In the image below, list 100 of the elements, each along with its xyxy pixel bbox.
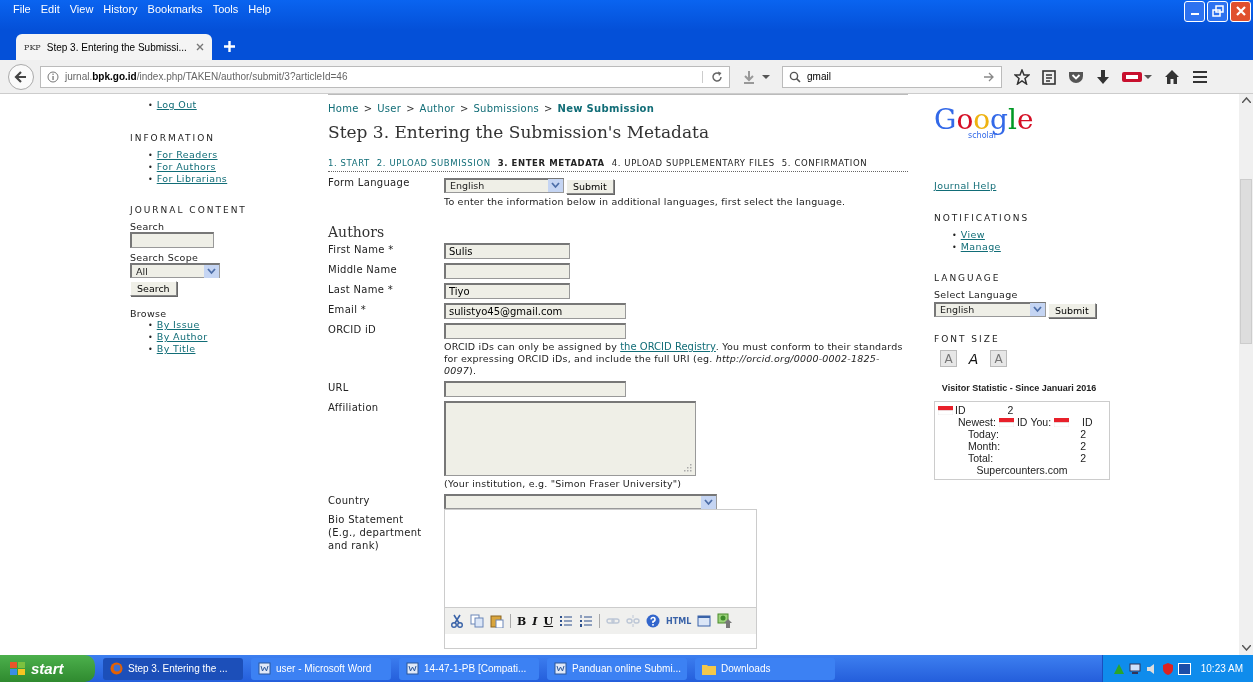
bullet-list-icon[interactable] xyxy=(559,614,574,628)
minimize-icon xyxy=(1190,13,1199,15)
language-select[interactable]: English xyxy=(444,177,564,193)
browse-link[interactable]: By Author xyxy=(156,331,208,342)
stat-value: 2 xyxy=(1080,440,1086,452)
sidebar-link[interactable]: For Librarians xyxy=(156,173,228,184)
notification-link[interactable]: View xyxy=(960,229,985,240)
sidebar-heading: LANGUAGE xyxy=(934,273,1002,283)
clock: 10:23 AM xyxy=(1200,663,1243,674)
country-code: ID xyxy=(955,404,966,416)
taskbar-item[interactable]: 14-47-1-PB [Compati... xyxy=(399,657,539,680)
sidebar-link[interactable]: For Readers xyxy=(156,149,218,160)
step-link[interactable]: 2. UPLOAD SUBMISSION xyxy=(376,158,491,169)
menu-item[interactable]: View xyxy=(64,3,99,15)
text-input[interactable] xyxy=(444,263,570,279)
browser-tab[interactable]: PKP Step 3. Entering the Submissi... xyxy=(16,34,212,60)
text-input[interactable]: Sulis xyxy=(444,243,570,259)
clipboard-icon[interactable] xyxy=(490,614,504,628)
sidebar-link[interactable]: For Authors xyxy=(156,161,216,172)
taskbar-item[interactable]: Panduan online Submi... xyxy=(547,657,687,680)
search-icon xyxy=(789,70,801,83)
field-label: Country xyxy=(328,494,371,508)
help-icon[interactable] xyxy=(646,614,661,628)
menu-icon[interactable] xyxy=(1192,69,1208,84)
italic-button[interactable]: I xyxy=(532,614,538,628)
text-input[interactable]: sulistyo45@gmail.com xyxy=(444,303,626,319)
submit-button[interactable]: Submit xyxy=(566,179,614,194)
country-select[interactable] xyxy=(444,494,717,509)
dropdown-arrow-icon[interactable] xyxy=(548,179,563,192)
journal-help-link[interactable]: Journal Help xyxy=(934,180,997,191)
menu-item[interactable]: Edit xyxy=(35,3,65,15)
menu-item[interactable]: Help xyxy=(243,3,276,15)
dropdown-icon[interactable] xyxy=(762,73,770,80)
search-field[interactable]: gmail xyxy=(782,65,1002,88)
visitor-count: 2 xyxy=(1007,404,1014,416)
submit-button[interactable]: Submit xyxy=(1048,303,1096,318)
breadcrumb-link[interactable]: New Submission xyxy=(557,103,655,114)
search-input[interactable] xyxy=(130,232,214,248)
menu-item[interactable]: Tools xyxy=(207,3,244,15)
copy-icon[interactable] xyxy=(470,614,484,628)
address-bar[interactable]: jurnal.bpk.go.id/index.php/TAKEN/author/submit/3?articleId=46 xyxy=(40,65,730,88)
text-input[interactable]: Tiyo xyxy=(444,283,570,299)
scroll-down-icon xyxy=(1241,645,1251,651)
rich-text-editor[interactable]: B I U HTML xyxy=(444,509,757,649)
menu-item[interactable]: File xyxy=(8,3,36,15)
taskbar-item[interactable]: Downloads xyxy=(695,657,835,680)
text-input[interactable] xyxy=(444,381,626,397)
home-icon[interactable] xyxy=(1164,68,1180,85)
bold-button[interactable]: B xyxy=(517,614,527,628)
new-tab-icon[interactable] xyxy=(224,41,235,52)
scissors-icon[interactable] xyxy=(450,614,464,628)
stat-label: Month: xyxy=(968,440,1001,452)
browse-link[interactable]: By Title xyxy=(156,343,196,354)
search-scope-select[interactable]: All xyxy=(130,263,220,278)
window-icon[interactable] xyxy=(697,614,712,628)
numbered-list-icon[interactable] xyxy=(579,614,594,628)
taskbar-item[interactable]: Step 3. Entering the ... xyxy=(103,657,243,680)
sidebar-heading: NOTIFICATIONS xyxy=(934,213,1031,223)
text-input[interactable] xyxy=(444,323,626,339)
underline-button[interactable]: U xyxy=(543,614,554,628)
orcid-registry-link[interactable]: the ORCID Registry xyxy=(620,341,716,352)
shield-icon xyxy=(1161,662,1174,675)
newest-label: Newest: xyxy=(958,416,996,428)
breadcrumb-link[interactable]: Home xyxy=(328,103,359,114)
bullet: • xyxy=(952,243,957,252)
menu-item[interactable]: History xyxy=(98,3,143,15)
breadcrumb-link[interactable]: Author xyxy=(419,103,455,114)
close-button[interactable] xyxy=(1230,0,1251,22)
notification-link[interactable]: Manage xyxy=(960,241,1001,252)
scrollbar[interactable] xyxy=(1239,94,1253,655)
step-link[interactable]: 1. START xyxy=(328,158,370,169)
language-select[interactable]: English xyxy=(934,301,1046,317)
breadcrumb-link[interactable]: Submissions xyxy=(473,103,540,114)
font-size-button[interactable]: A xyxy=(990,350,1007,367)
dropdown-arrow-icon[interactable] xyxy=(1030,303,1045,316)
search-button[interactable]: Search xyxy=(130,281,177,296)
text-area[interactable] xyxy=(444,401,696,476)
pocket-icon[interactable] xyxy=(1068,69,1084,84)
browse-label: Browse xyxy=(130,308,168,319)
bookmark-star-icon[interactable] xyxy=(1014,68,1030,85)
go-arrow-icon xyxy=(984,71,995,82)
start-button[interactable]: start xyxy=(0,655,95,682)
sidebar-heading: FONT SIZE xyxy=(934,334,1001,344)
restore-button[interactable] xyxy=(1207,0,1228,22)
field-label: Email * xyxy=(328,303,368,317)
browse-link[interactable]: By Issue xyxy=(156,319,200,330)
field-label: ORCID iD xyxy=(328,323,377,337)
menu-item[interactable]: Bookmarks xyxy=(142,3,208,15)
reading-list-icon[interactable] xyxy=(1042,68,1056,85)
image-upload-icon[interactable] xyxy=(717,613,734,629)
taskbar-item[interactable]: user - Microsoft Word xyxy=(251,657,391,680)
logout-link[interactable]: Log Out xyxy=(156,99,197,110)
download-arrow-icon[interactable] xyxy=(1096,68,1110,85)
minimize-button[interactable] xyxy=(1184,0,1205,22)
resize-grip-icon[interactable] xyxy=(684,464,692,472)
stat-label: Total: xyxy=(968,452,994,464)
breadcrumb-link[interactable]: User xyxy=(377,103,402,114)
html-button[interactable]: HTML xyxy=(666,616,692,626)
font-size-button[interactable]: A xyxy=(940,350,957,367)
back-button[interactable] xyxy=(8,63,34,90)
